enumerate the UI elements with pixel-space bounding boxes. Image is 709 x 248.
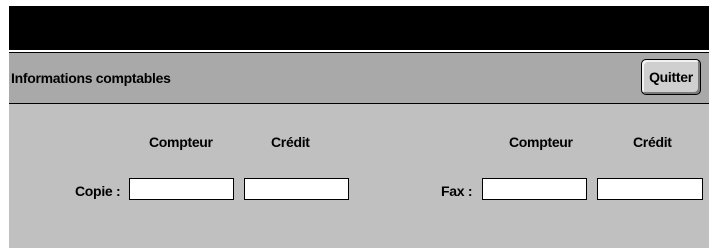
fax-counter-header: Compteur bbox=[509, 134, 573, 150]
copy-credit-field[interactable] bbox=[244, 178, 349, 200]
fax-counter-field[interactable] bbox=[482, 178, 587, 200]
fax-label: Fax : bbox=[441, 183, 473, 199]
top-band bbox=[9, 6, 709, 50]
accounting-panel: Compteur Crédit Copie : Compteur Crédit … bbox=[9, 104, 709, 248]
copy-label: Copie : bbox=[75, 183, 121, 199]
title-bar: Informations comptables Quitter bbox=[9, 52, 709, 104]
copy-credit-header: Crédit bbox=[271, 134, 310, 150]
fax-credit-header: Crédit bbox=[633, 134, 672, 150]
copy-counter-field[interactable] bbox=[129, 178, 234, 200]
screen: Informations comptables Quitter Compteur… bbox=[9, 6, 709, 248]
page-title: Informations comptables bbox=[11, 70, 171, 86]
copy-counter-header: Compteur bbox=[149, 134, 213, 150]
quit-button[interactable]: Quitter bbox=[641, 59, 701, 95]
fax-credit-field[interactable] bbox=[597, 178, 703, 200]
